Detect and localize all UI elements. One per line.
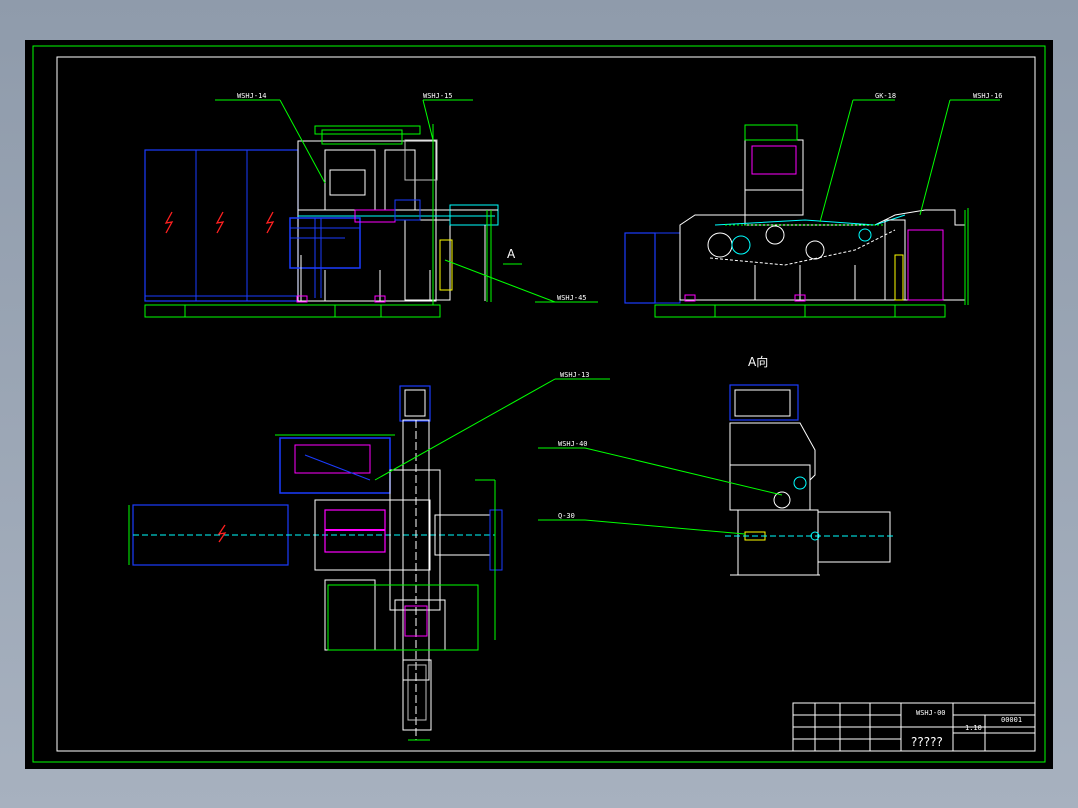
drawing-name: ????? <box>911 735 943 749</box>
callout-wshj-14: WSHJ-14 <box>237 92 267 100</box>
callout-wshj-13: WSHJ-13 <box>560 371 590 379</box>
scale: 1:10 <box>965 724 982 732</box>
callout-q-30: Q-30 <box>558 512 575 520</box>
hazard-icon <box>217 524 227 543</box>
callout-gk-18: GK-18 <box>875 92 896 100</box>
hazard-icon <box>215 211 225 234</box>
side-elevation-view: GK-18 WSHJ-16 <box>624 92 1003 318</box>
callout-wshj-40: WSHJ-40 <box>558 440 588 448</box>
inner-frame <box>56 56 1036 752</box>
drawing-number: WSHJ-00 <box>916 709 946 717</box>
front-elevation-view: WSHJ-14 WSHJ-15 WSHJ-45 A <box>144 92 598 318</box>
view-marker: A <box>507 247 516 261</box>
hazard-icon <box>164 211 174 234</box>
cad-drawing: WSHJ-14 WSHJ-15 WSHJ-45 A GK-18 WSHJ-16 … <box>32 45 1046 763</box>
title-block: WSHJ-00 00001 ????? 1:10 <box>792 702 1036 752</box>
callout-wshj-45: WSHJ-45 <box>557 294 587 302</box>
hazard-icon <box>265 211 275 234</box>
cad-drawing-sheet: WSHJ-14 WSHJ-15 WSHJ-45 A GK-18 WSHJ-16 … <box>25 40 1053 769</box>
plan-view: WSHJ-13 <box>128 371 610 741</box>
view-title: A向 <box>748 354 768 369</box>
callout-wshj-15: WSHJ-15 <box>423 92 453 100</box>
callout-wshj-16: WSHJ-16 <box>973 92 1003 100</box>
a-direction-view: A向 WSHJ-40 Q-30 <box>538 354 895 576</box>
sheet-code: 00001 <box>1001 716 1022 724</box>
outer-frame <box>32 45 1046 763</box>
